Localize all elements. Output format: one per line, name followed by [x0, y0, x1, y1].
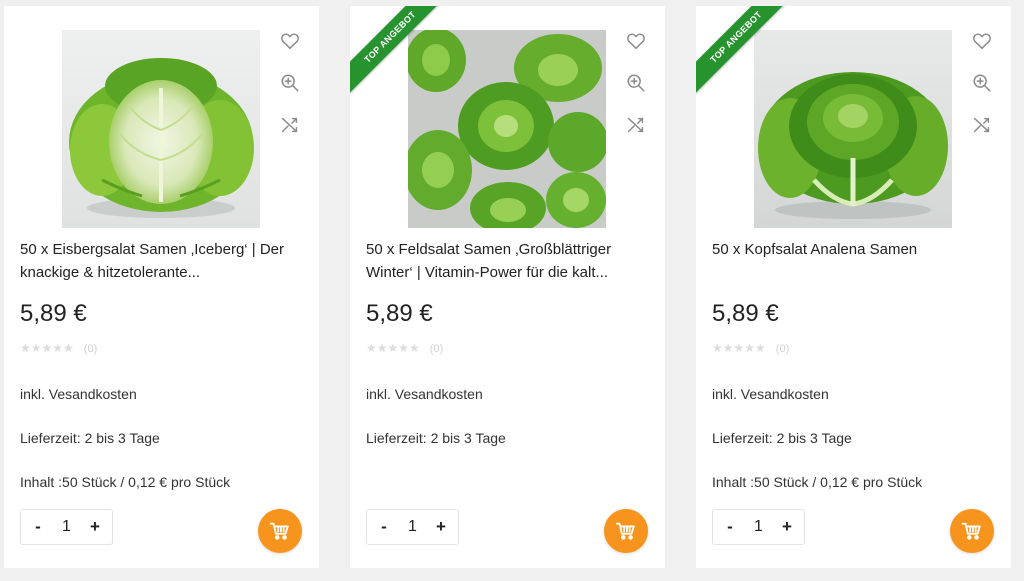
product-card: 50 x Eisbergsalat Samen ‚Iceberg‘ | Der … [4, 6, 319, 568]
product-actions [625, 30, 647, 156]
product-price: 5,89 € [712, 300, 779, 327]
add-to-cart-button[interactable] [258, 509, 302, 553]
quantity-input[interactable] [746, 518, 771, 536]
product-actions [971, 30, 993, 156]
product-title[interactable]: 50 x Eisbergsalat Samen ‚Iceberg‘ | Der … [20, 238, 305, 284]
product-title[interactable]: 50 x Feldsalat Samen ‚Großblättriger Win… [366, 238, 651, 284]
zoom-in-icon[interactable] [971, 72, 993, 94]
quantity-stepper: - + [366, 509, 459, 545]
product-image-kopfsalat[interactable] [754, 30, 952, 228]
product-image-feldsalat[interactable] [408, 30, 606, 228]
heart-icon[interactable] [279, 30, 301, 52]
product-image-iceberg[interactable] [62, 30, 260, 228]
rating-stars: ★★★★★ (0) [712, 341, 789, 355]
delivery-time: Lieferzeit: 2 bis 3 Tage [366, 430, 506, 446]
qty-minus-button[interactable]: - [723, 517, 737, 537]
delivery-time: Lieferzeit: 2 bis 3 Tage [712, 430, 852, 446]
rating-stars: ★★★★★ (0) [20, 341, 97, 355]
cart-icon [615, 520, 637, 542]
qty-plus-button[interactable]: + [88, 517, 102, 537]
delivery-time: Lieferzeit: 2 bis 3 Tage [20, 430, 160, 446]
product-card: TOP ANGEBOT [350, 6, 665, 568]
quantity-stepper: - + [712, 509, 805, 545]
product-price: 5,89 € [366, 300, 433, 327]
qty-minus-button[interactable]: - [31, 517, 45, 537]
product-title[interactable]: 50 x Kopfsalat Analena Samen [712, 238, 997, 284]
cart-icon [269, 520, 291, 542]
qty-plus-button[interactable]: + [434, 517, 448, 537]
add-to-cart-button[interactable] [604, 509, 648, 553]
zoom-in-icon[interactable] [625, 72, 647, 94]
heart-icon[interactable] [625, 30, 647, 52]
quantity-input[interactable] [400, 518, 425, 536]
content-info: Inhalt :50 Stück / 0,12 € pro Stück [712, 474, 923, 490]
rating-count: (0) [83, 343, 98, 355]
stars-icon: ★★★★★ [20, 341, 74, 355]
qty-plus-button[interactable]: + [780, 517, 794, 537]
stars-icon: ★★★★★ [712, 341, 766, 355]
product-actions [279, 30, 301, 156]
shipping-info: inkl. Vesandkosten [712, 386, 829, 402]
qty-minus-button[interactable]: - [377, 517, 391, 537]
product-price: 5,89 € [20, 300, 87, 327]
quantity-input[interactable] [54, 518, 79, 536]
shuffle-icon[interactable] [625, 114, 647, 136]
rating-stars: ★★★★★ (0) [366, 341, 443, 355]
quantity-stepper: - + [20, 509, 113, 545]
product-card: TOP ANGEBOT [696, 6, 1011, 568]
heart-icon[interactable] [971, 30, 993, 52]
shipping-info: inkl. Vesandkosten [366, 386, 483, 402]
shuffle-icon[interactable] [279, 114, 301, 136]
stars-icon: ★★★★★ [366, 341, 420, 355]
shipping-info: inkl. Vesandkosten [20, 386, 137, 402]
shuffle-icon[interactable] [971, 114, 993, 136]
cart-icon [961, 520, 983, 542]
rating-count: (0) [775, 343, 790, 355]
content-info: Inhalt :50 Stück / 0,12 € pro Stück [20, 474, 231, 490]
rating-count: (0) [429, 343, 444, 355]
add-to-cart-button[interactable] [950, 509, 994, 553]
zoom-in-icon[interactable] [279, 72, 301, 94]
